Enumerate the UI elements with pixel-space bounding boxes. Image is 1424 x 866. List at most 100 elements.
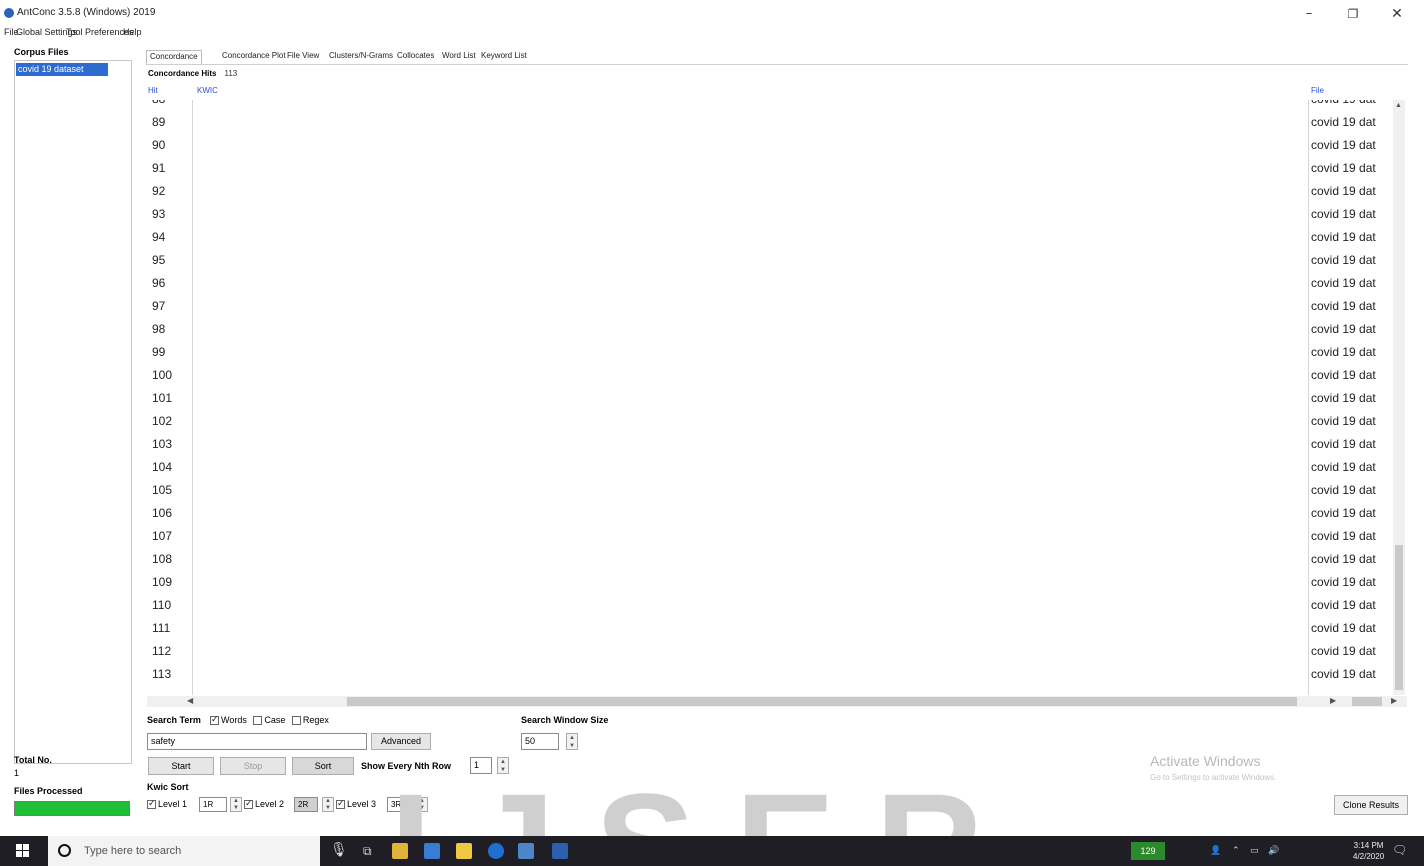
close-button[interactable]: ✕ <box>1374 2 1420 26</box>
word-icon[interactable] <box>552 843 568 859</box>
mail-icon[interactable] <box>424 843 440 859</box>
file-name-cell[interactable]: covid 19 dat <box>1311 341 1376 364</box>
file-name-cell[interactable]: covid 19 dat <box>1311 100 1376 111</box>
tab-file-view[interactable]: File View <box>284 50 322 64</box>
people-icon[interactable]: 👤 <box>1210 845 1221 856</box>
file-name-cell[interactable]: covid 19 dat <box>1311 456 1376 479</box>
sort-button[interactable]: Sort <box>292 757 354 775</box>
scroll-up-icon[interactable]: ▲ <box>1395 102 1402 109</box>
file-name-cell[interactable]: covid 19 dat <box>1311 548 1376 571</box>
store-icon[interactable] <box>456 843 472 859</box>
file-name-cell[interactable]: covid 19 dat <box>1311 318 1376 341</box>
minimize-button[interactable]: – <box>1286 2 1332 26</box>
table-row[interactable]: 97, if possible and without compromising… <box>147 295 1391 318</box>
table-row[interactable]: 113preventive effect. We suggest that th… <box>147 663 1391 686</box>
table-row[interactable]: 112the two studies. Information on thesa… <box>147 640 1391 663</box>
file-scroll-thumb[interactable] <box>1352 697 1382 706</box>
file-name-cell[interactable]: covid 19 dat <box>1311 640 1376 663</box>
file-name-cell[interactable]: covid 19 dat <box>1311 249 1376 272</box>
table-row[interactable]: 107. National Institute for Occupational… <box>147 525 1391 548</box>
tab-concordance-plot[interactable]: Concordance Plot <box>219 50 289 64</box>
taskbar-search-box[interactable]: Type here to search <box>48 836 320 866</box>
file-name-cell[interactable]: covid 19 dat <box>1311 272 1376 295</box>
tab-clusters-ngrams[interactable]: Clusters/N-Grams <box>326 50 396 64</box>
scroll-left-icon[interactable]: ◀ <box>187 696 193 705</box>
notifications-icon[interactable]: 🗨 <box>1392 843 1407 857</box>
file-name-cell[interactable]: covid 19 dat <box>1311 525 1376 548</box>
file-column-header[interactable]: File <box>1311 86 1324 95</box>
antconc-taskbar-icon[interactable] <box>518 843 534 859</box>
table-row[interactable]: 92U.S. Department of Labor OccupationalS… <box>147 180 1391 203</box>
maximize-button[interactable]: ❐ <box>1330 2 1376 26</box>
table-row[interactable]: 111safety, health insurance reform, moto… <box>147 617 1391 640</box>
scroll-right-icon[interactable]: ▶ <box>1391 696 1397 705</box>
table-row[interactable]: 89\x96 Viral Agents Agent Summary ? Labo… <box>147 111 1391 134</box>
file-name-cell[interactable]: covid 19 dat <box>1311 387 1376 410</box>
horizontal-scrollbar[interactable]: ◀ ▶ ▶ <box>147 696 1407 707</box>
table-row[interactable]: 101, if possible and without compromisin… <box>147 387 1391 410</box>
network-icon[interactable]: ▭ <box>1250 845 1259 856</box>
search-term-input[interactable]: safety <box>147 733 367 750</box>
level3-checkbox[interactable] <box>336 798 345 810</box>
table-row[interactable]: 91U.S. Department of Labor OccupationalS… <box>147 157 1391 180</box>
table-row[interactable]: 98, if possible and without compromising… <box>147 318 1391 341</box>
kwic-column-header[interactable]: KWIC <box>197 86 218 95</box>
table-row[interactable]: 108. National Institute for Occupational… <box>147 548 1391 571</box>
vertical-scrollbar[interactable]: ▲ <box>1393 100 1405 695</box>
table-row[interactable]: 99, if possible and without compromising… <box>147 341 1391 364</box>
file-scroll-right-icon[interactable]: ▶ <box>1330 696 1336 705</box>
file-name-cell[interactable]: covid 19 dat <box>1311 617 1376 640</box>
regex-checkbox[interactable] <box>291 716 301 726</box>
windows-start-icon[interactable] <box>16 844 30 858</box>
edge-icon[interactable] <box>488 843 504 859</box>
vertical-scroll-thumb[interactable] <box>1395 545 1403 690</box>
file-name-cell[interactable]: covid 19 dat <box>1311 410 1376 433</box>
table-row[interactable]: 109safety, health insurance reform, moto… <box>147 571 1391 594</box>
menu-help[interactable]: Help <box>123 27 142 37</box>
tray-badge[interactable]: 129 <box>1131 842 1165 860</box>
file-name-cell[interactable]: covid 19 dat <box>1311 295 1376 318</box>
table-row[interactable]: 103. National Institute for Occupational… <box>147 433 1391 456</box>
table-row[interactable]: 105. National Institute for Occupational… <box>147 479 1391 502</box>
search-window-size-input[interactable]: 50 <box>521 733 559 750</box>
file-name-cell[interactable]: covid 19 dat <box>1311 203 1376 226</box>
tab-word-list[interactable]: Word List <box>439 50 479 64</box>
table-row[interactable]: 96er product, environmental, financial r… <box>147 272 1391 295</box>
task-view-icon[interactable]: ⧉ <box>363 844 372 859</box>
level2-input[interactable]: 2R <box>294 797 318 812</box>
advanced-button[interactable]: Advanced <box>371 733 431 750</box>
file-name-cell[interactable]: covid 19 dat <box>1311 226 1376 249</box>
table-row[interactable]: 95er product, environmental, financial r… <box>147 249 1391 272</box>
show-hidden-icons-icon[interactable]: ⌃ <box>1232 845 1240 856</box>
start-button[interactable]: Start <box>148 757 214 775</box>
table-row[interactable]: 106. National Institute for Occupational… <box>147 502 1391 525</box>
file-name-cell[interactable]: covid 19 dat <box>1311 571 1376 594</box>
table-row[interactable]: 94er product, environmental, financial r… <box>147 226 1391 249</box>
hit-column-header[interactable]: Hit <box>148 86 158 95</box>
tab-keyword-list[interactable]: Keyword List <box>478 50 530 64</box>
file-name-cell[interactable]: covid 19 dat <box>1311 502 1376 525</box>
table-row[interactable]: 104. National Institute for Occupational… <box>147 456 1391 479</box>
level1-checkbox[interactable] <box>147 798 156 810</box>
file-name-cell[interactable]: covid 19 dat <box>1311 594 1376 617</box>
file-explorer-icon[interactable] <box>392 843 408 859</box>
file-name-cell[interactable]: covid 19 dat <box>1311 180 1376 203</box>
table-row[interactable]: 93U.S. Department of Labor OccupationalS… <box>147 203 1391 226</box>
corpus-file-list[interactable]: covid 19 dataset <box>14 60 132 764</box>
table-row[interactable]: 90\x96 Viral Agents Agent Summary ? Labo… <box>147 134 1391 157</box>
horizontal-scroll-thumb[interactable] <box>347 697 1297 706</box>
table-row[interactable]: 110safety, health insurance reform, moto… <box>147 594 1391 617</box>
file-name-cell[interactable]: covid 19 dat <box>1311 157 1376 180</box>
tab-concordance[interactable]: Concordance <box>146 50 202 64</box>
file-name-cell[interactable]: covid 19 dat <box>1311 663 1376 686</box>
words-checkbox[interactable] <box>210 714 219 726</box>
clone-results-button[interactable]: Clone Results <box>1334 795 1408 815</box>
file-name-cell[interactable]: covid 19 dat <box>1311 433 1376 456</box>
table-row[interactable]: 100, if possible and without compromisin… <box>147 364 1391 387</box>
case-checkbox[interactable] <box>253 716 263 726</box>
microphone-icon[interactable]: 🎙 <box>330 841 348 858</box>
concordance-table[interactable]: 88\x96 Viral Agents Agent Summary ? Labo… <box>147 100 1407 695</box>
file-name-cell[interactable]: covid 19 dat <box>1311 364 1376 387</box>
file-name-cell[interactable]: covid 19 dat <box>1311 479 1376 502</box>
tab-collocates[interactable]: Collocates <box>394 50 437 64</box>
